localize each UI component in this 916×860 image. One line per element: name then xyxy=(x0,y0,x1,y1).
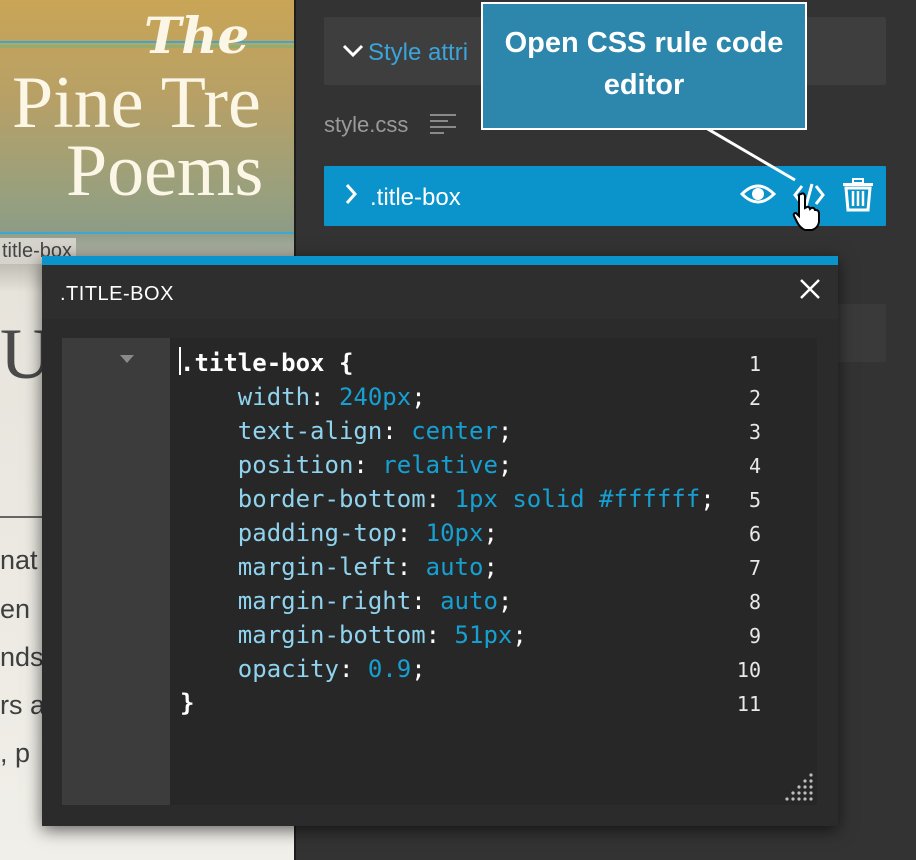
code-line: } xyxy=(180,688,194,718)
code-selector: .title-box { xyxy=(180,349,354,377)
code-value: 51px xyxy=(454,621,513,649)
close-icon[interactable] xyxy=(796,275,824,303)
line-number-gutter xyxy=(62,338,170,805)
code-value: relative xyxy=(382,451,498,479)
preview-title-line-1: Pine Tre xyxy=(12,62,261,144)
code-line: margin-right: auto; xyxy=(237,587,513,615)
css-rule-selector: .title-box xyxy=(370,184,461,211)
tooltip-callout: Open CSS rule code editor xyxy=(481,2,807,130)
code-value: 10px xyxy=(425,519,484,547)
code-line: .title-box { xyxy=(180,348,353,378)
code-line: padding-top: 10px; xyxy=(237,519,498,547)
preview-title-line-2: Poems xyxy=(66,130,264,212)
preview-text-fragment: nat xyxy=(0,545,38,575)
code-line: width: 240px; xyxy=(237,383,426,411)
line-number: 2 xyxy=(748,386,761,410)
css-rule-editor-dialog: .TITLE-BOX 1 2 3 4 5 6 7 8 9 10 11 .titl… xyxy=(42,256,838,826)
style-attributes-label: Style attri xyxy=(368,39,469,66)
line-number: 7 xyxy=(748,556,761,580)
code-property: margin-right xyxy=(237,587,412,615)
line-number: 4 xyxy=(748,454,761,478)
resize-grip-icon[interactable] xyxy=(781,769,815,803)
chevron-right-icon[interactable] xyxy=(344,182,358,213)
preview-divider xyxy=(0,516,42,518)
line-number: 11 xyxy=(736,692,761,716)
code-property: opacity xyxy=(237,655,339,683)
code-value: auto xyxy=(440,587,498,615)
code-value: 1px solid #ffffff xyxy=(454,485,701,513)
code-line: margin-bottom: 51px; xyxy=(237,621,527,649)
trash-icon[interactable] xyxy=(842,178,874,217)
preview-title-the: The xyxy=(144,6,250,65)
code-editor[interactable]: 1 2 3 4 5 6 7 8 9 10 11 .title-box { wid… xyxy=(62,338,817,805)
tooltip-text-line-2: editor xyxy=(603,69,685,101)
code-selector: } xyxy=(180,689,195,717)
line-number: 5 xyxy=(748,488,761,512)
line-number: 3 xyxy=(748,420,761,444)
align-left-icon[interactable] xyxy=(430,110,456,136)
code-property: margin-left xyxy=(237,553,397,581)
code-line: position: relative; xyxy=(237,451,513,479)
tooltip-text-line-1: Open CSS rule code xyxy=(504,27,784,59)
hand-cursor-icon xyxy=(792,192,822,237)
preview-text-fragment: rs a xyxy=(0,690,46,720)
preview-text-fragment: nds xyxy=(0,642,44,672)
code-line: opacity: 0.9; xyxy=(237,655,426,683)
line-number: 10 xyxy=(736,658,761,682)
fold-arrow-icon[interactable] xyxy=(120,352,134,366)
code-line: border-bottom: 1px solid #ffffff; xyxy=(237,485,715,513)
code-property: padding-top xyxy=(237,519,397,547)
code-line: margin-left: auto; xyxy=(237,553,498,581)
preview-text-fragment: , p xyxy=(0,738,31,768)
code-line: text-align: center; xyxy=(237,417,513,445)
code-value: auto xyxy=(425,553,484,581)
code-property: text-align xyxy=(237,417,383,445)
preview-text-fragment: en xyxy=(0,594,31,624)
dialog-header: .TITLE-BOX xyxy=(42,265,838,319)
code-value: 240px xyxy=(338,383,412,411)
line-number: 1 xyxy=(748,352,761,376)
code-property: width xyxy=(237,383,311,411)
code-value: center xyxy=(411,417,498,445)
code-property: margin-bottom xyxy=(237,621,426,649)
dialog-title: .TITLE-BOX xyxy=(60,283,174,305)
line-number: 6 xyxy=(748,522,761,546)
selection-guide-line xyxy=(0,232,294,234)
chevron-down-icon xyxy=(342,39,364,65)
css-file-name[interactable]: style.css xyxy=(324,112,408,138)
code-property: border-bottom xyxy=(237,485,426,513)
eye-icon[interactable] xyxy=(739,180,777,213)
line-number: 8 xyxy=(748,590,761,614)
line-number: 9 xyxy=(748,624,761,648)
code-value: 0.9 xyxy=(367,655,412,683)
code-property: position xyxy=(237,451,354,479)
